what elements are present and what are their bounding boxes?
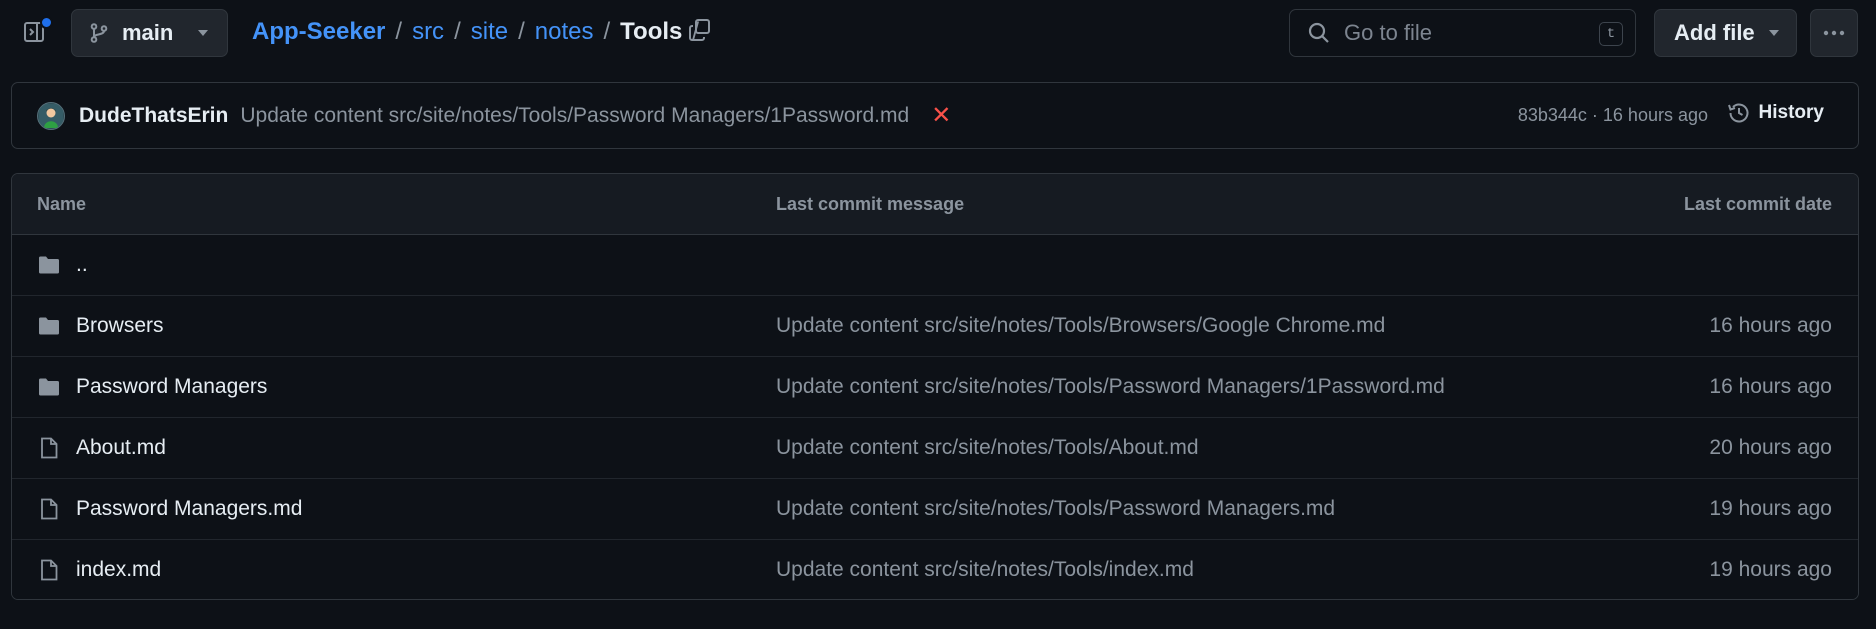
file-name-link[interactable]: Password Managers bbox=[76, 375, 267, 399]
commit-author-link[interactable]: DudeThatsErin bbox=[79, 104, 228, 128]
file-name-link[interactable]: About.md bbox=[76, 436, 166, 460]
go-to-file-field[interactable]: t bbox=[1289, 9, 1636, 57]
folder-icon bbox=[39, 317, 59, 335]
folder-icon bbox=[39, 256, 59, 274]
kebab-horizontal-icon bbox=[1823, 30, 1845, 36]
commit-date: 16 hours ago bbox=[1709, 314, 1832, 337]
history-button[interactable]: History bbox=[1727, 101, 1824, 125]
column-header-message: Last commit message bbox=[776, 194, 965, 214]
table-row[interactable]: index.md Update content src/site/notes/T… bbox=[12, 540, 1858, 599]
breadcrumb-separator: / bbox=[395, 18, 403, 45]
commit-message-link[interactable]: Update content src/site/notes/Tools/Abou… bbox=[776, 436, 1199, 460]
file-name-link[interactable]: index.md bbox=[76, 558, 161, 582]
chevron-down-icon bbox=[198, 30, 208, 36]
user-avatar-icon bbox=[39, 103, 63, 128]
commit-hash-and-time[interactable]: 83b344c · 16 hours ago bbox=[1518, 105, 1708, 126]
branch-name: main bbox=[122, 20, 174, 45]
add-file-button[interactable]: Add file bbox=[1654, 9, 1797, 57]
top-bar: main App-Seeker / src / site / notes / T… bbox=[0, 0, 1876, 66]
file-icon bbox=[41, 559, 58, 581]
keyboard-shortcut-hint: t bbox=[1599, 22, 1623, 46]
commit-date: 19 hours ago bbox=[1709, 558, 1832, 581]
add-file-label: Add file bbox=[1674, 20, 1755, 45]
file-table: Name Last commit message Last commit dat… bbox=[11, 173, 1859, 600]
history-icon bbox=[1727, 103, 1748, 123]
copy-path-button[interactable] bbox=[684, 14, 716, 46]
column-header-date: Last commit date bbox=[1683, 194, 1832, 214]
branch-selector-button[interactable]: main bbox=[71, 9, 228, 57]
copy-icon bbox=[689, 19, 710, 41]
folder-icon bbox=[39, 378, 59, 396]
file-name-link[interactable]: .. bbox=[76, 253, 88, 277]
check-failed-icon[interactable]: ✕ bbox=[931, 101, 951, 130]
file-icon bbox=[41, 498, 58, 520]
breadcrumb-link-site[interactable]: site bbox=[471, 18, 508, 46]
commit-message-link[interactable]: Update content src/site/notes/Tools/Brow… bbox=[776, 314, 1385, 338]
table-row[interactable]: Password Managers.md Update content src/… bbox=[12, 479, 1858, 540]
latest-commit-bar: DudeThatsErin Update content src/site/no… bbox=[11, 82, 1859, 149]
avatar[interactable] bbox=[37, 101, 65, 130]
table-row[interactable]: Password Managers Update content src/sit… bbox=[12, 357, 1858, 418]
commit-date: 16 hours ago bbox=[1709, 375, 1832, 398]
go-to-file-input[interactable] bbox=[1344, 20, 1584, 46]
notification-dot bbox=[40, 16, 53, 29]
breadcrumb-separator: / bbox=[603, 18, 611, 45]
commit-date: 19 hours ago bbox=[1709, 497, 1832, 520]
breadcrumb-link-src[interactable]: src bbox=[412, 18, 444, 46]
history-label: History bbox=[1758, 102, 1824, 123]
commit-date: 20 hours ago bbox=[1709, 436, 1832, 459]
more-options-button[interactable] bbox=[1810, 9, 1858, 57]
file-name-link[interactable]: Password Managers.md bbox=[76, 497, 302, 521]
breadcrumb-separator: / bbox=[518, 18, 525, 45]
commit-message-link[interactable]: Update content src/site/notes/Tools/Pass… bbox=[240, 104, 909, 128]
table-row-parent[interactable]: .. bbox=[12, 235, 1858, 296]
column-header-name: Name bbox=[37, 194, 87, 214]
breadcrumb: App-Seeker / src / site / notes / Tools … bbox=[252, 14, 701, 50]
search-icon bbox=[1308, 22, 1329, 43]
breadcrumb-separator: / bbox=[454, 18, 461, 45]
breadcrumb-repo-link[interactable]: App-Seeker bbox=[252, 18, 385, 46]
breadcrumb-link-notes[interactable]: notes bbox=[535, 18, 594, 46]
git-branch-icon bbox=[90, 23, 108, 43]
commit-message-link[interactable]: Update content src/site/notes/Tools/inde… bbox=[776, 558, 1194, 582]
table-row[interactable]: Browsers Update content src/site/notes/T… bbox=[12, 296, 1858, 357]
chevron-down-icon bbox=[1769, 30, 1779, 36]
commit-message-link[interactable]: Update content src/site/notes/Tools/Pass… bbox=[776, 497, 1335, 521]
sidebar-toggle-button[interactable] bbox=[18, 16, 53, 48]
file-icon bbox=[41, 437, 58, 459]
table-row[interactable]: About.md Update content src/site/notes/T… bbox=[12, 418, 1858, 479]
commit-message-link[interactable]: Update content src/site/notes/Tools/Pass… bbox=[776, 375, 1445, 399]
file-name-link[interactable]: Browsers bbox=[76, 314, 164, 338]
table-header: Name Last commit message Last commit dat… bbox=[12, 174, 1858, 235]
breadcrumb-current: Tools bbox=[620, 18, 683, 45]
